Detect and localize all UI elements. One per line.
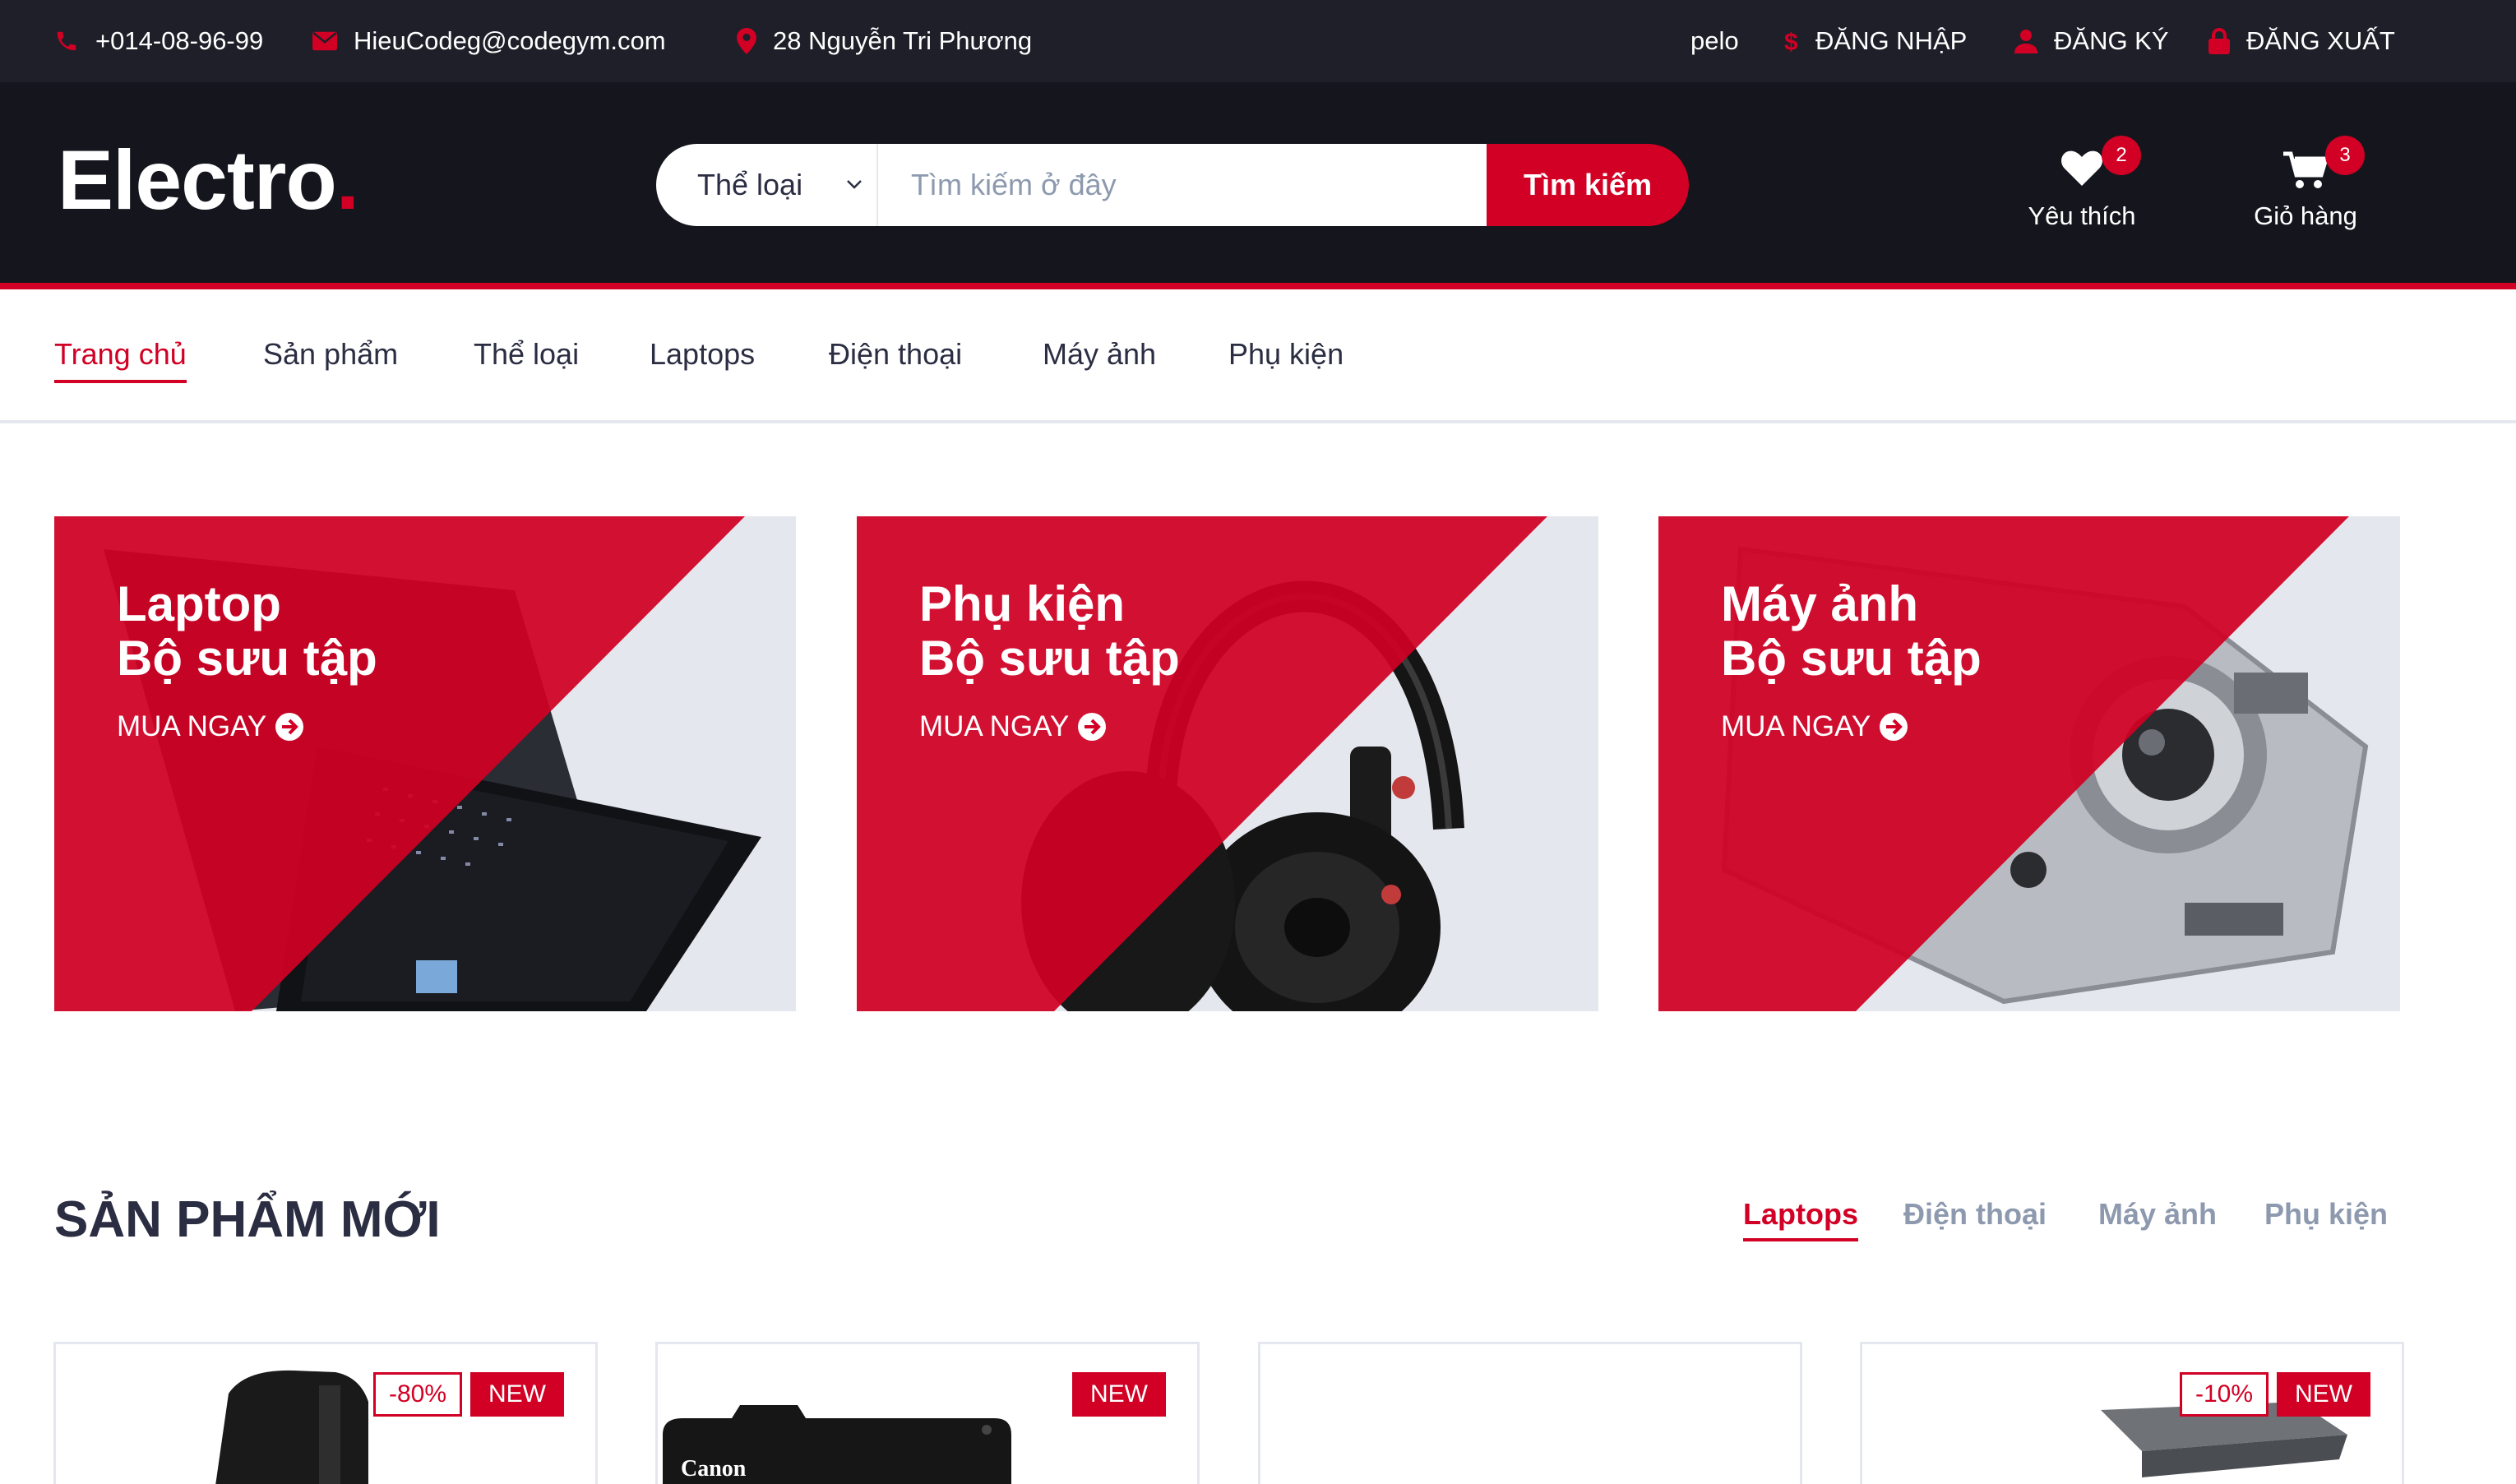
wishlist-link[interactable]: 2 Yêu thích [2016, 136, 2148, 234]
collection-cameras[interactable]: Máy ảnh Bộ sưu tập MUA NGAY [1658, 516, 2400, 1011]
email-text: HieuCodeg@codegym.com [354, 26, 666, 55]
product-labels: NEW [1072, 1372, 1166, 1417]
address-contact[interactable]: 28 Nguyễn Tri Phương [737, 0, 1032, 82]
arrow-circle-right-icon [1078, 713, 1107, 741]
collection-title: Phụ kiện Bộ sưu tập [919, 576, 1180, 686]
logo-text: Electro [58, 133, 337, 227]
logout-link[interactable]: ĐĂNG XUẤT [2208, 0, 2395, 82]
product-card[interactable]: -10% NEW [1860, 1342, 2404, 1484]
product-category-tabs: Laptops Điện thoại Máy ảnh Phụ kiện [1743, 1197, 2467, 1246]
wishlist-label: Yêu thích [2028, 201, 2136, 230]
product-image [215, 1370, 368, 1484]
address-text: 28 Nguyễn Tri Phương [773, 26, 1033, 55]
category-select-value: Thể loại [697, 168, 803, 201]
product-labels: -80% NEW [372, 1372, 564, 1417]
search-button[interactable]: Tìm kiếm [1487, 144, 1689, 226]
phone-text: +014-08-96-99 [95, 26, 264, 55]
search-form: Thể loại Tìm kiếm [656, 144, 1689, 226]
shop-now-link[interactable]: MUA NGAY [1721, 710, 1908, 743]
shop-now-link[interactable]: MUA NGAY [919, 710, 1107, 743]
nav-item-phones[interactable]: Điện thoại [829, 337, 962, 380]
main-header: Electro. Thể loại Tìm kiếm 2 Yêu thích 3… [0, 82, 2516, 289]
cart-label: Giỏ hàng [2254, 201, 2357, 230]
new-badge: NEW [2277, 1372, 2370, 1417]
shop-now-link[interactable]: MUA NGAY [117, 710, 304, 743]
sale-badge: -10% [2179, 1372, 2269, 1417]
product-card[interactable] [1258, 1342, 1802, 1484]
nav-item-accessories[interactable]: Phụ kiện [1228, 337, 1344, 380]
collection-title: Máy ảnh Bộ sưu tập [1721, 576, 1982, 686]
nav-item-products[interactable]: Sản phẩm [263, 337, 398, 380]
register-label: ĐĂNG KÝ [2054, 26, 2169, 55]
new-badge: NEW [1072, 1372, 1166, 1417]
envelope-icon [312, 31, 337, 51]
arrow-circle-right-icon [275, 713, 304, 741]
tab-phones[interactable]: Điện thoại [1903, 1197, 2047, 1238]
login-label: ĐĂNG NHẬP [1815, 26, 1968, 55]
phone-icon [57, 31, 76, 51]
nav-item-laptops[interactable]: Laptops [650, 337, 755, 380]
dollar-icon: $ [1784, 29, 1798, 55]
heart-icon [2061, 150, 2102, 186]
map-marker-icon [737, 28, 756, 54]
new-badge: NEW [470, 1372, 564, 1417]
email-contact[interactable]: HieuCodeg@codegym.com [312, 0, 666, 82]
logout-label: ĐĂNG XUẤT [2246, 26, 2395, 55]
tab-laptops[interactable]: Laptops [1743, 1197, 1858, 1241]
collection-laptop[interactable]: Laptop Bộ sưu tập MUA NGAY [54, 516, 796, 1011]
register-link[interactable]: ĐĂNG KÝ [2014, 0, 2169, 82]
collection-accessories[interactable]: Phụ kiện Bộ sưu tập MUA NGAY [857, 516, 1598, 1011]
product-card[interactable]: -80% NEW [53, 1342, 598, 1484]
svg-text:Canon: Canon [681, 1456, 747, 1482]
login-link[interactable]: $ ĐĂNG NHẬP [1783, 0, 1967, 82]
product-image: Canon [663, 1405, 1011, 1484]
chevron-down-icon [847, 180, 862, 189]
lock-icon [2208, 28, 2230, 54]
nav-item-cameras[interactable]: Máy ảnh [1043, 337, 1156, 380]
username[interactable]: pelo [1690, 0, 1739, 82]
category-select[interactable]: Thể loại [656, 144, 878, 226]
user-icon [2014, 30, 2037, 53]
section-title-new-products: SẢN PHẨM MỚI [54, 1191, 441, 1248]
site-logo[interactable]: Electro. [58, 138, 359, 222]
top-bar: +014-08-96-99 HieuCodeg@codegym.com 28 N… [0, 0, 2516, 82]
product-image [1343, 1476, 1441, 1484]
collection-title: Laptop Bộ sưu tập [117, 576, 377, 686]
tab-cameras[interactable]: Máy ảnh [2098, 1197, 2217, 1238]
logo-dot: . [335, 133, 359, 227]
search-input[interactable] [878, 144, 1487, 226]
arrow-circle-right-icon [1880, 713, 1908, 741]
shopping-cart-icon [2283, 151, 2328, 188]
username-text: pelo [1690, 26, 1739, 55]
product-card[interactable]: Canon NEW [655, 1342, 1200, 1484]
nav-item-categories[interactable]: Thể loại [474, 337, 579, 380]
phone-contact[interactable]: +014-08-96-99 [54, 0, 263, 82]
sale-badge: -80% [372, 1372, 462, 1417]
product-labels: -10% NEW [2179, 1372, 2370, 1417]
wishlist-count-badge: 2 [2102, 136, 2141, 175]
main-navigation: Trang chủ Sản phẩm Thể loại Laptops Điện… [0, 289, 2516, 423]
cart-link[interactable]: 3 Giỏ hàng [2240, 136, 2371, 234]
svg-text:$: $ [1784, 29, 1798, 55]
cart-count-badge: 3 [2325, 136, 2365, 175]
nav-item-home[interactable]: Trang chủ [54, 337, 187, 383]
tab-accessories[interactable]: Phụ kiện [2264, 1197, 2388, 1238]
